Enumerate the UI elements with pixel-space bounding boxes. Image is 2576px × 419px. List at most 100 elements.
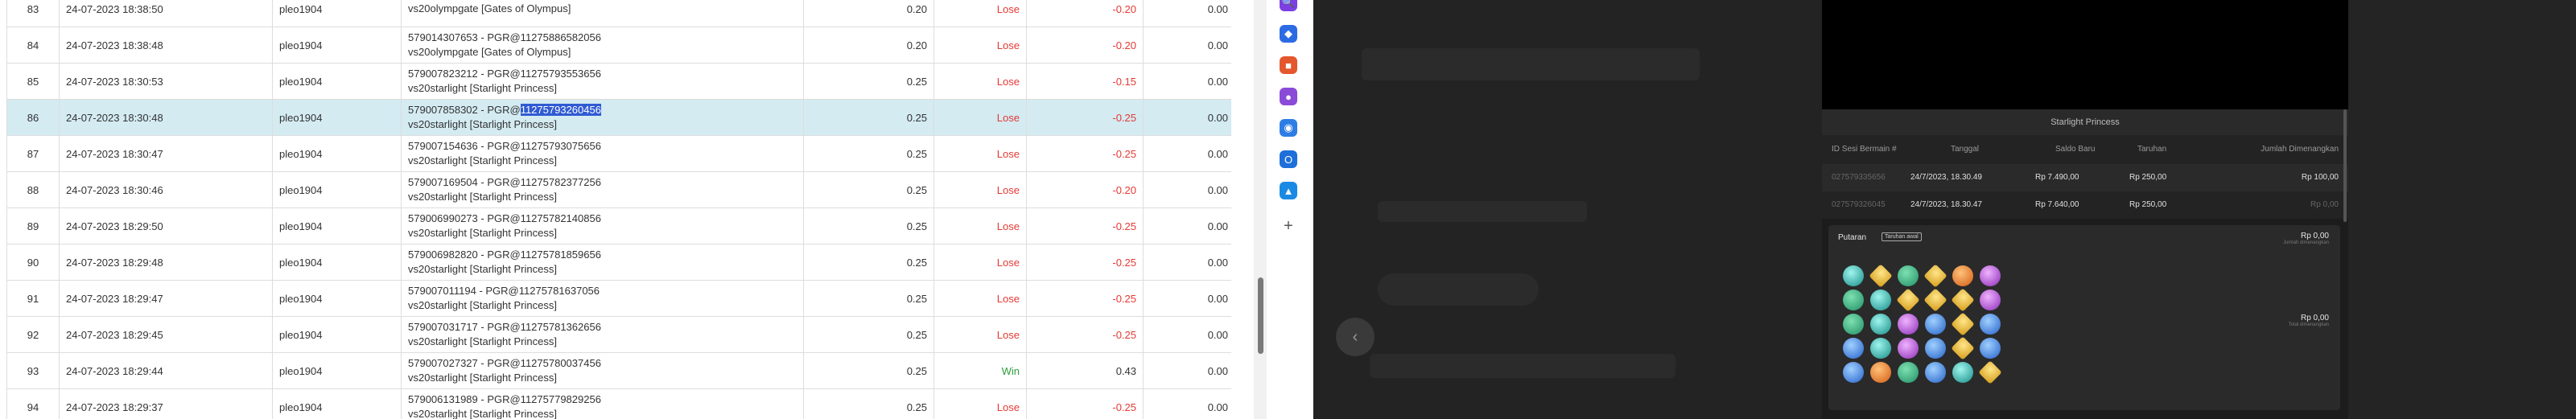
- blue-gem-icon: [1980, 338, 2001, 359]
- row-datetime: 24-07-2023 18:38:48: [59, 27, 273, 64]
- row-description: 579007011194 - PGR@11275781637056 vs20sta…: [401, 280, 804, 317]
- round-id-prefix: 579007858302 - PGR@: [408, 104, 521, 116]
- round-label: Putaran: [1838, 233, 1867, 242]
- table-row[interactable]: 91 24-07-2023 18:29:47 pleo1904 57900701119…: [6, 280, 1231, 317]
- round-win-amount: Rp 0,00 Jumlah dimenangkan: [2283, 232, 2329, 245]
- row-balance: 0.00: [1143, 352, 1231, 389]
- session-bet: Rp 250,00: [2129, 173, 2167, 182]
- row-number: 89: [6, 207, 60, 244]
- row-description: 579006982820 - PGR@11275781859656 vs20sta…: [401, 244, 804, 281]
- table-row[interactable]: 89 24-07-2023 18:29:50 pleo1904 57900699027…: [6, 207, 1231, 244]
- outlook-icon[interactable]: O: [1280, 150, 1297, 168]
- row-result: Lose: [934, 244, 1027, 281]
- round-win-caption: Jumlah dimenangkan: [2282, 240, 2329, 245]
- table-row[interactable]: 84 24-07-2023 18:38:48 pleo1904 57901430765…: [6, 27, 1231, 64]
- game-name: vs20starlight [Starlight Princess]: [408, 263, 557, 275]
- row-result: Lose: [934, 0, 1027, 27]
- session-win: Rp 100,00: [2301, 173, 2339, 182]
- row-number: 88: [6, 171, 60, 208]
- previous-image-button[interactable]: ‹: [1336, 318, 1375, 356]
- row-result: Win: [934, 352, 1027, 389]
- header-date: Tanggal: [1951, 145, 1980, 154]
- add-icon[interactable]: +: [1280, 217, 1297, 235]
- transaction-table: 83 24-07-2023 18:38:50 pleo1904 vs20olympga…: [6, 0, 1231, 419]
- reel-cell: [1951, 362, 1975, 383]
- table-row[interactable]: 87 24-07-2023 18:30:47 pleo1904 57900715463…: [6, 135, 1231, 172]
- row-description: 579007823212 - PGR@11275793553656 vs20sta…: [401, 63, 804, 100]
- table-scrollbar-thumb[interactable]: [1258, 277, 1263, 354]
- orange-gem-icon: [1952, 265, 1973, 286]
- table-row[interactable]: 94 24-07-2023 18:29:37 pleo1904 57900613198…: [6, 388, 1231, 419]
- row-balance: 0.00: [1143, 27, 1231, 64]
- toolbox-icon[interactable]: ■: [1280, 56, 1297, 74]
- row-username: pleo1904: [272, 63, 402, 100]
- row-bet: 0.25: [803, 388, 934, 419]
- user-icon[interactable]: ●: [1280, 88, 1297, 105]
- row-datetime: 24-07-2023 18:30:47: [59, 135, 273, 172]
- row-username: pleo1904: [272, 388, 402, 419]
- round-total-value: Rp 0,00: [2300, 314, 2329, 322]
- row-number: 92: [6, 316, 60, 353]
- blue-gem-icon: [1980, 314, 2001, 335]
- session-id: 027579335656: [1832, 173, 1886, 182]
- reel-cell: [1978, 360, 2002, 384]
- row-number: 87: [6, 135, 60, 172]
- reel-cell: [1841, 338, 1865, 359]
- table-row[interactable]: 83 24-07-2023 18:38:50 pleo1904 vs20olympga…: [6, 0, 1231, 27]
- reel-cell: [1869, 314, 1893, 335]
- row-datetime: 24-07-2023 18:30:53: [59, 63, 273, 100]
- row-description: 579007858302 - PGR@11275793260456 vs20sta…: [401, 99, 804, 136]
- search-icon[interactable]: 🔍: [1280, 0, 1297, 11]
- history-row[interactable]: 027579326045 24/7/2023, 18.30.47 Rp 7.64…: [1822, 191, 2348, 219]
- row-result: Lose: [934, 99, 1027, 136]
- copilot-icon[interactable]: ◉: [1280, 119, 1297, 137]
- row-balance: 0.00: [1143, 207, 1231, 244]
- table-row[interactable]: 93 24-07-2023 18:29:44 pleo1904 57900702732…: [6, 352, 1231, 389]
- row-number: 84: [6, 27, 60, 64]
- reel-cell: [1896, 338, 1920, 359]
- purple-gem-icon: [1980, 290, 2001, 310]
- viewer-background-left: [1313, 0, 1822, 419]
- row-datetime: 24-07-2023 18:29:47: [59, 280, 273, 317]
- table-row[interactable]: 86 24-07-2023 18:30:48 pleo1904 57900785830…: [6, 99, 1231, 136]
- game-screen: [1822, 0, 2348, 109]
- table-row[interactable]: 85 24-07-2023 18:30:53 pleo1904 57900782321…: [6, 63, 1231, 100]
- teal-gem-icon: [1870, 290, 1891, 310]
- round-id: 579007011194 - PGR@11275781637056: [408, 285, 600, 297]
- browser-sidebar: 🔍 ◆ ■ ● ◉ O ▲ +: [1267, 0, 1313, 419]
- round-id: 579007823212 - PGR@11275793553656: [408, 68, 601, 80]
- row-result: Lose: [934, 207, 1027, 244]
- row-datetime: 24-07-2023 18:30:48: [59, 99, 273, 136]
- green-gem-icon: [1843, 290, 1864, 310]
- teal-gem-icon: [1870, 338, 1891, 359]
- row-bet: 0.25: [803, 316, 934, 353]
- row-balance: 0.00: [1143, 316, 1231, 353]
- history-row[interactable]: 027579335656 24/7/2023, 18.30.49 Rp 7.49…: [1822, 164, 2348, 191]
- yellow-gem-icon: [1951, 336, 1975, 360]
- green-gem-icon: [1898, 265, 1919, 286]
- session-balance: Rp 7.640,00: [2035, 200, 2079, 209]
- selected-text[interactable]: 11275793260456: [520, 104, 601, 116]
- round-win-value: Rp 0,00: [2300, 232, 2329, 240]
- row-datetime: 24-07-2023 18:29:44: [59, 352, 273, 389]
- tag-icon[interactable]: ◆: [1280, 25, 1297, 43]
- table-row[interactable]: 90 24-07-2023 18:29:48 pleo1904 57900698282…: [6, 244, 1231, 281]
- row-balance: 0.00: [1143, 99, 1231, 136]
- reel-cell: [1896, 288, 1920, 312]
- row-winloss: -0.25: [1026, 207, 1144, 244]
- panel-scrollbar[interactable]: [2343, 109, 2347, 222]
- reel-cell: [1841, 314, 1865, 335]
- green-gem-icon: [1843, 314, 1864, 335]
- teal-gem-icon: [1843, 265, 1864, 286]
- table-scrollbar-track[interactable]: [1254, 0, 1267, 419]
- row-description: 579007154636 - PGR@11275793075656 vs20sta…: [401, 135, 804, 172]
- row-bet: 0.25: [803, 171, 934, 208]
- row-result: Lose: [934, 27, 1027, 64]
- table-row[interactable]: 88 24-07-2023 18:30:46 pleo1904 57900716950…: [6, 171, 1231, 208]
- reel-cell: [1978, 338, 2002, 359]
- header-session-id: ID Sesi Bermain #: [1832, 145, 1897, 154]
- round-id: 579006131989 - PGR@11275779829256: [408, 393, 601, 405]
- table-row[interactable]: 92 24-07-2023 18:29:45 pleo1904 57900703171…: [6, 316, 1231, 353]
- shopping-icon[interactable]: ▲: [1280, 182, 1297, 199]
- purple-gem-icon: [1898, 338, 1919, 359]
